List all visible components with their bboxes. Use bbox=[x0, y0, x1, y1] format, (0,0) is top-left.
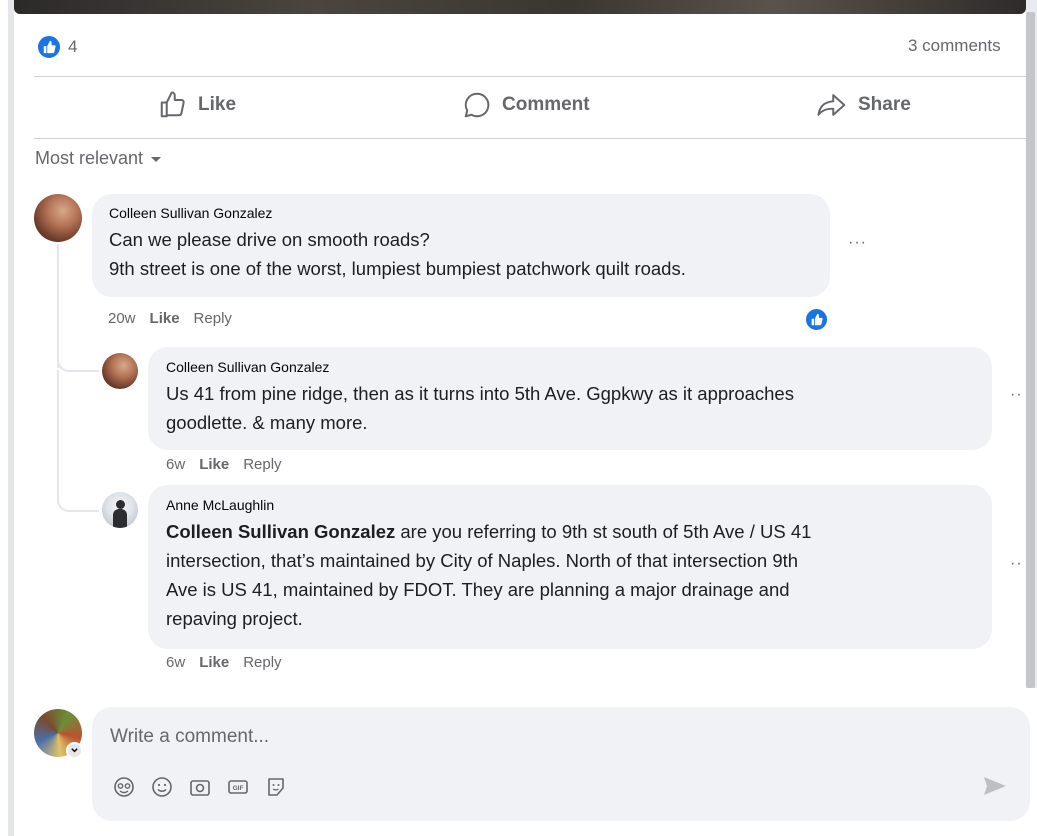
reaction-count: 4 bbox=[68, 37, 78, 56]
comment-line-text: are you referring to 9th st south of 5th… bbox=[395, 521, 812, 542]
comment-line: Us 41 from pine ridge, then as it turns … bbox=[166, 383, 794, 404]
comment-button[interactable]: Comment bbox=[462, 90, 590, 120]
thread-connector bbox=[57, 352, 99, 372]
like-button[interactable]: Like bbox=[158, 90, 236, 120]
mention-link[interactable]: Colleen Sullivan Gonzalez bbox=[166, 521, 395, 542]
comment-author[interactable]: Colleen Sullivan Gonzalez bbox=[166, 359, 974, 375]
like-reaction-icon bbox=[36, 34, 62, 60]
comment-reply-button[interactable]: Reply bbox=[243, 654, 281, 671]
share-icon bbox=[817, 94, 846, 116]
send-button[interactable] bbox=[982, 774, 1008, 803]
avatar[interactable] bbox=[102, 492, 138, 528]
comment-reply-button[interactable]: Reply bbox=[194, 310, 232, 327]
svg-text:GIF: GIF bbox=[233, 785, 244, 792]
like-label: Like bbox=[198, 94, 237, 115]
post-image-edge bbox=[14, 0, 1026, 14]
comment-line: repaving project. bbox=[166, 608, 303, 629]
comment-text: Can we please drive on smooth roads? 9th… bbox=[109, 225, 813, 283]
comment-author[interactable]: Colleen Sullivan Gonzalez bbox=[109, 205, 813, 221]
reactions-summary[interactable]: 4 bbox=[36, 34, 77, 60]
comment-like-button[interactable]: Like bbox=[199, 654, 229, 671]
comments-count[interactable]: 3 comments bbox=[908, 36, 1026, 56]
scrollbar-thumb[interactable] bbox=[1026, 12, 1035, 688]
divider bbox=[34, 76, 1026, 77]
comment-line: Colleen Sullivan Gonzalez are you referr… bbox=[166, 517, 974, 546]
comment-icon bbox=[464, 92, 490, 118]
thread-line bbox=[57, 244, 59, 368]
comment-line: Can we please drive on smooth roads? bbox=[109, 229, 430, 250]
comment-meta: 6w Like Reply bbox=[166, 456, 282, 473]
share-button[interactable]: Share bbox=[816, 90, 911, 120]
composer-tools: GIF bbox=[112, 775, 288, 799]
comment-line: goodlette. & many more. bbox=[166, 412, 368, 433]
comment-composer: GIF bbox=[92, 707, 1030, 821]
chevron-down-icon[interactable] bbox=[66, 742, 83, 759]
more-options-button[interactable]: ··· bbox=[848, 234, 867, 252]
share-label: Share bbox=[858, 94, 911, 115]
comment-time[interactable]: 6w bbox=[166, 654, 185, 671]
left-frame bbox=[8, 0, 14, 836]
comment-input[interactable] bbox=[108, 721, 912, 753]
more-options-button[interactable]: ·· bbox=[1010, 386, 1023, 404]
sticker-icon[interactable] bbox=[264, 775, 288, 799]
send-icon bbox=[984, 777, 1006, 795]
reply-bubble: Colleen Sullivan Gonzalez Us 41 from pin… bbox=[148, 347, 992, 450]
avatar-sticker-icon[interactable] bbox=[112, 775, 136, 799]
comment-reply-button[interactable]: Reply bbox=[243, 456, 281, 473]
comment-meta: 20w Like Reply bbox=[108, 310, 232, 327]
avatar[interactable] bbox=[102, 353, 138, 389]
comment-time[interactable]: 6w bbox=[166, 456, 185, 473]
sort-dropdown[interactable]: Most relevant bbox=[35, 148, 163, 169]
comment-text: Colleen Sullivan Gonzalez are you referr… bbox=[166, 517, 974, 633]
comment-like-reaction-icon[interactable] bbox=[804, 307, 829, 332]
caret-down-icon bbox=[151, 156, 162, 162]
emoji-icon[interactable] bbox=[150, 775, 174, 799]
comment-line: Ave is US 41, maintained by FDOT. They a… bbox=[166, 579, 790, 600]
comment-bubble: Colleen Sullivan Gonzalez Can we please … bbox=[92, 194, 830, 297]
comment-meta: 6w Like Reply bbox=[166, 654, 282, 671]
like-icon bbox=[160, 91, 185, 118]
comment-like-button[interactable]: Like bbox=[199, 456, 229, 473]
gif-icon[interactable]: GIF bbox=[226, 775, 250, 799]
more-options-button[interactable]: ·· bbox=[1010, 555, 1023, 573]
comment-author[interactable]: Anne McLaughlin bbox=[166, 497, 974, 513]
camera-icon[interactable] bbox=[188, 775, 212, 799]
comment-like-button[interactable]: Like bbox=[150, 310, 180, 327]
comment-label: Comment bbox=[502, 94, 590, 115]
divider bbox=[34, 138, 1026, 139]
comment-time[interactable]: 20w bbox=[108, 310, 136, 327]
sort-label: Most relevant bbox=[35, 148, 144, 168]
thread-connector bbox=[57, 370, 99, 512]
comment-line: 9th street is one of the worst, lumpiest… bbox=[109, 258, 686, 279]
reply-bubble: Anne McLaughlin Colleen Sullivan Gonzale… bbox=[148, 485, 992, 649]
avatar[interactable] bbox=[34, 194, 82, 242]
comment-line: intersection, that’s maintained by City … bbox=[166, 550, 799, 571]
comment-text: Us 41 from pine ridge, then as it turns … bbox=[166, 379, 974, 437]
